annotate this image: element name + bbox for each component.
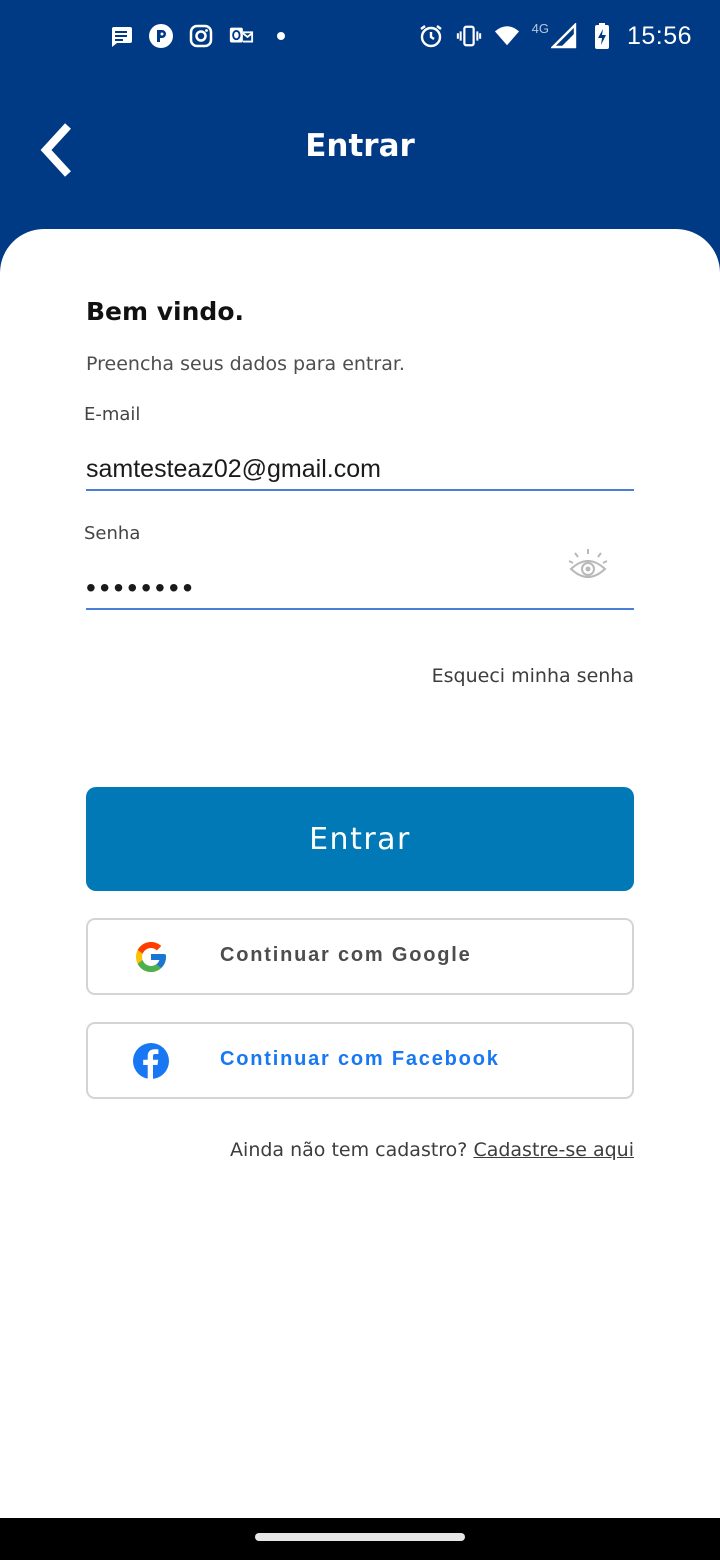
app-badge-icon	[148, 23, 174, 49]
password-field-wrapper	[86, 549, 634, 610]
navigation-bar	[0, 1518, 720, 1560]
password-field[interactable]	[86, 560, 634, 608]
login-card: Bem vindo. Preencha seus dados para entr…	[0, 229, 720, 1518]
signup-prompt-text: Ainda não tem cadastro?	[230, 1139, 468, 1161]
show-password-toggle[interactable]	[566, 546, 610, 590]
app-header: Entrar	[0, 72, 720, 232]
signal-icon	[550, 23, 577, 49]
facebook-login-button[interactable]: Continuar com Facebook	[86, 1022, 634, 1099]
welcome-title: Bem vindo.	[86, 297, 244, 326]
clock: 15:56	[626, 21, 692, 50]
password-label: Senha	[84, 523, 141, 544]
signup-prompt: Ainda não tem cadastro? Cadastre-se aqui	[230, 1139, 634, 1161]
signup-link[interactable]: Cadastre-se aqui	[473, 1139, 634, 1161]
notification-icons	[108, 22, 294, 50]
wifi-icon	[494, 23, 520, 49]
system-icons: 4G 15:56	[418, 18, 692, 54]
battery-charging-icon	[589, 23, 615, 49]
network-type: 4G	[531, 20, 549, 36]
message-icon	[108, 23, 134, 49]
facebook-button-label: Continuar com Facebook	[220, 1048, 500, 1070]
email-label: E-mail	[84, 404, 141, 425]
home-gesture-bar[interactable]	[255, 1533, 465, 1541]
instagram-icon	[188, 23, 214, 49]
forgot-password-link[interactable]: Esqueci minha senha	[432, 665, 634, 687]
alarm-icon	[418, 23, 444, 49]
welcome-subtitle: Preencha seus dados para entrar.	[86, 353, 405, 375]
email-field[interactable]	[86, 441, 634, 489]
page-title: Entrar	[305, 128, 415, 164]
login-button[interactable]: Entrar	[86, 787, 634, 891]
vibrate-icon	[456, 23, 482, 49]
google-icon	[132, 938, 170, 976]
dot-icon	[268, 23, 294, 49]
facebook-icon	[132, 1042, 170, 1080]
email-field-wrapper	[86, 441, 634, 491]
eye-icon	[568, 549, 608, 578]
outlook-icon	[228, 23, 254, 49]
google-button-label: Continuar com Google	[220, 944, 472, 966]
status-bar: 4G 15:56	[0, 0, 720, 72]
google-login-button[interactable]: Continuar com Google	[86, 918, 634, 995]
